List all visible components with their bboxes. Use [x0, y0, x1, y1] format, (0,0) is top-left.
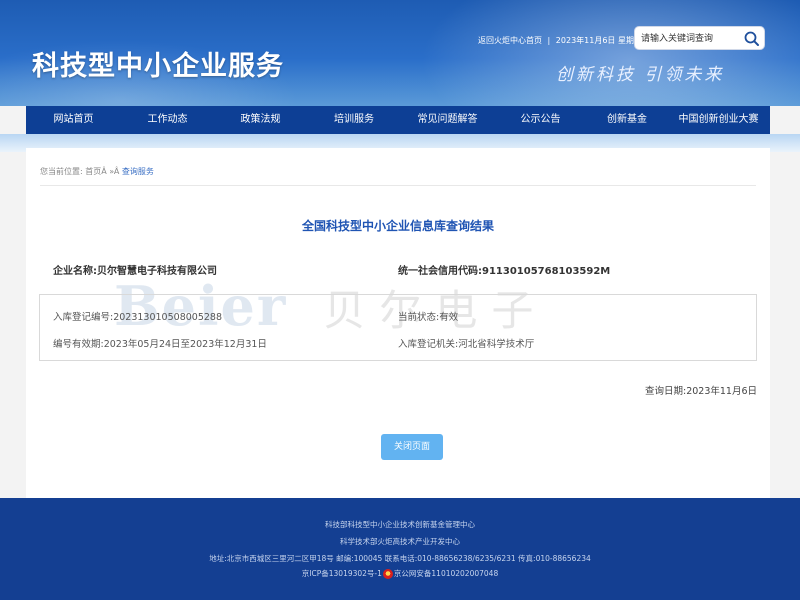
validity-field: 编号有效期:2023年05月24日至2023年12月31日 — [53, 336, 267, 350]
breadcrumb-separator: »Â — [109, 167, 120, 176]
page: 科技型中小企业服务 返回火炬中心首页 | 2023年11月6日 星期一 创新科技… — [0, 0, 800, 600]
nav-item-innovation-fund[interactable]: 创新基金 — [587, 106, 667, 134]
query-date-label: 查询日期: — [644, 386, 687, 397]
query-date: 查询日期:2023年11月6日 — [26, 383, 757, 397]
nav-item-home[interactable]: 网站首页 — [26, 106, 121, 134]
validity-value: 2023年05月24日至2023年12月31日 — [103, 339, 267, 350]
registration-number-label: 入库登记编号: — [53, 312, 114, 323]
breadcrumb: 您当前位置: 首页Â »Â 查询服务 — [40, 166, 154, 177]
header-glow — [420, 0, 800, 106]
registration-number-field: 入库登记编号:202313010508005288 — [53, 309, 222, 323]
footer-org-fund-center: 科技部科技型中小企业技术创新基金管理中心 — [325, 520, 475, 529]
breadcrumb-prefix: 您当前位置: — [40, 167, 83, 176]
nav-item-policies[interactable]: 政策法规 — [214, 106, 307, 134]
status-label: 当前状态: — [398, 312, 440, 323]
nav-item-work-news[interactable]: 工作动态 — [121, 106, 214, 134]
site-title: 科技型中小企业服务 — [32, 51, 284, 82]
site-header: 科技型中小企业服务 返回火炬中心首页 | 2023年11月6日 星期一 创新科技… — [0, 0, 800, 106]
footer-address: 地址:北京市西城区三里河二区甲18号 邮编:100045 联系电话:010-88… — [209, 554, 591, 563]
footer-registration: 京ICP备13019302号-1 京公网安备11010202007048 — [0, 568, 800, 579]
top-links: 返回火炬中心首页 | 2023年11月6日 星期一 — [478, 35, 642, 46]
validity-label: 编号有效期: — [53, 339, 104, 350]
authority-label: 入库登记机关: — [398, 339, 459, 350]
main-nav: 网站首页 工作动态 政策法规 培训服务 常见问题解答 公示公告 创新基金 中国创… — [26, 106, 770, 134]
site-footer: 科技部科技型中小企业技术创新基金管理中心 科学技术部火炬高技术产业开发中心 地址… — [0, 498, 800, 600]
current-date: 2023年11月6日 — [555, 36, 616, 45]
police-badge-icon — [382, 569, 393, 579]
content-panel: 您当前位置: 首页Â »Â 查询服务 全国科技型中小企业信息库查询结果 企业名称… — [26, 148, 770, 498]
nav-item-announcements[interactable]: 公示公告 — [494, 106, 587, 134]
query-date-value: 2023年11月6日 — [686, 386, 757, 397]
nav-item-faq[interactable]: 常见问题解答 — [401, 106, 494, 134]
breadcrumb-current[interactable]: 查询服务 — [122, 167, 154, 176]
authority-field: 入库登记机关:河北省科学技术厅 — [398, 336, 534, 350]
breadcrumb-divider — [40, 185, 756, 186]
home-link[interactable]: 返回火炬中心首页 — [478, 36, 542, 45]
breadcrumb-home[interactable]: 首页Â — [85, 167, 106, 176]
registration-details-box — [39, 294, 757, 361]
slogan: 创新科技 引领未来 — [556, 65, 725, 85]
police-record-link[interactable]: 京公网安备11010202007048 — [394, 569, 498, 578]
search-box — [634, 26, 765, 50]
nav-item-training[interactable]: 培训服务 — [307, 106, 401, 134]
authority-value: 河北省科学技术厅 — [458, 339, 535, 350]
footer-org-torch-center: 科学技术部火炬高技术产业开发中心 — [340, 537, 460, 546]
search-icon[interactable] — [743, 30, 761, 47]
company-label: 企业名称: — [53, 266, 97, 277]
icp-link[interactable]: 京ICP备13019302号-1 — [302, 569, 382, 578]
status-value: 有效 — [439, 312, 459, 323]
top-link-separator: | — [547, 36, 551, 45]
result-title: 全国科技型中小企业信息库查询结果 — [301, 219, 494, 233]
search-input[interactable] — [641, 31, 741, 46]
nav-item-innovation-contest[interactable]: 中国创新创业大赛 — [667, 106, 770, 134]
registration-number-value: 202313010508005288 — [113, 312, 222, 323]
status-field: 当前状态:有效 — [398, 309, 458, 323]
close-page-button[interactable]: 关闭页面 — [381, 434, 443, 460]
search-icon-svg — [744, 31, 759, 46]
